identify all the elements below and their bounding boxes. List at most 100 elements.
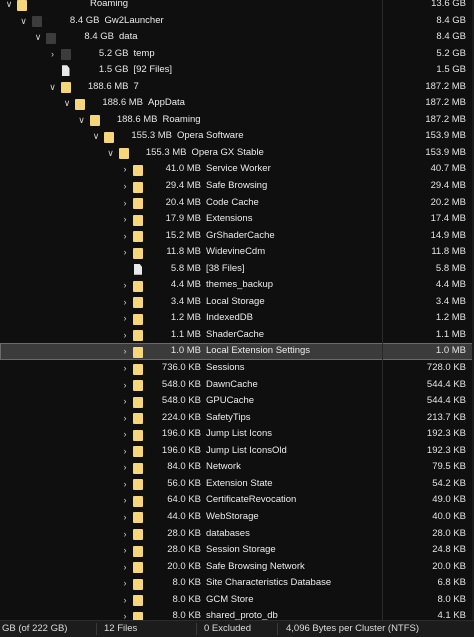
tree-row[interactable]: ∨ 155.3 MB Opera Software 153.9 MB xyxy=(0,128,474,145)
chevron-right-icon[interactable]: › xyxy=(120,393,130,410)
tree-row[interactable]: › 8.0 KB Site Characteristics Database 6.8 … xyxy=(0,575,474,592)
chevron-right-icon[interactable]: › xyxy=(120,310,130,327)
chevron-down-icon[interactable]: ∨ xyxy=(77,112,87,129)
tree-row[interactable]: › 1.2 MB IndexedDB 1.2 MB xyxy=(0,310,474,327)
chevron-right-icon[interactable]: › xyxy=(120,476,130,493)
tree-row[interactable]: › 17.9 MB Extensions 17.4 MB xyxy=(0,211,474,228)
item-size: 188.6 MB xyxy=(87,80,129,92)
tree-row[interactable]: ∨ 188.6 MB 7 187.2 MB xyxy=(0,79,474,96)
chevron-right-icon[interactable]: › xyxy=(48,46,58,63)
tree-row[interactable]: › 56.0 KB Extension State 54.2 KB xyxy=(0,476,474,493)
chevron-right-icon[interactable]: › xyxy=(120,228,130,245)
chevron-right-icon[interactable]: › xyxy=(120,459,130,476)
tree-row[interactable]: › 20.0 KB Safe Browsing Network 20.0 KB xyxy=(0,559,474,576)
item-name: GCM Store xyxy=(206,593,254,605)
tree-row[interactable]: ∨ 8.4 GB Gw2Launcher 8.4 GB xyxy=(0,13,474,30)
tree-row[interactable]: › 28.0 KB Session Storage 24.8 KB xyxy=(0,542,474,559)
tree-row[interactable]: ∨ 8.4 GB data 8.4 GB xyxy=(0,29,474,46)
tree-row[interactable]: › 196.0 KB Jump List IconsOld 192.3 KB xyxy=(0,443,474,460)
chevron-right-icon[interactable]: › xyxy=(120,161,130,178)
tree-row[interactable]: › 4.4 MB themes_backup 4.4 MB xyxy=(0,277,474,294)
chevron-right-icon[interactable]: › xyxy=(120,294,130,311)
tree-row[interactable]: › 1.0 MB Local Extension Settings 1.0 MB xyxy=(0,343,474,361)
item-name: Opera Software xyxy=(177,130,244,142)
item-name: WidevineCdm xyxy=(206,246,266,258)
tree-row[interactable]: › 5.2 GB temp 5.2 GB xyxy=(0,46,474,63)
tree-row[interactable]: › 224.0 KB SafetyTips 213.7 KB xyxy=(0,410,474,427)
chevron-down-icon[interactable]: ∨ xyxy=(91,128,101,145)
tree-row[interactable]: › 11.8 MB WidevineCdm 11.8 MB xyxy=(0,244,474,261)
item-name: SafetyTips xyxy=(206,411,251,423)
chevron-right-icon[interactable]: › xyxy=(120,526,130,543)
item-name: WebStorage xyxy=(206,510,259,522)
chevron-down-icon[interactable]: ∨ xyxy=(48,79,58,96)
item-allocated: 192.3 KB xyxy=(426,444,466,456)
folder-icon xyxy=(17,0,27,11)
tree-row[interactable]: › 15.2 MB GrShaderCache 14.9 MB xyxy=(0,228,474,245)
item-allocated: 213.7 KB xyxy=(426,411,466,423)
tree-row[interactable]: 1.5 GB [92 Files] 1.5 GB xyxy=(0,62,474,79)
item-size: 11.8 MB xyxy=(166,246,201,258)
tree-row[interactable]: › 84.0 KB Network 79.5 KB xyxy=(0,459,474,476)
tree-row[interactable]: › 1.1 MB ShaderCache 1.1 MB xyxy=(0,327,474,344)
tree-row[interactable]: › 41.0 MB Service Worker 40.7 MB xyxy=(0,161,474,178)
chevron-right-icon[interactable]: › xyxy=(120,360,130,377)
chevron-right-icon[interactable]: › xyxy=(120,542,130,559)
item-size: 84.0 KB xyxy=(167,461,201,473)
tree-row[interactable]: › 3.4 MB Local Storage 3.4 MB xyxy=(0,294,474,311)
chevron-right-icon[interactable]: › xyxy=(120,509,130,526)
tree-row[interactable]: › 548.0 KB GPUCache 544.4 KB xyxy=(0,393,474,410)
item-allocated: 153.9 MB xyxy=(425,130,466,142)
tree-row[interactable]: ∨ 188.6 MB Roaming 187.2 MB xyxy=(0,112,474,129)
tree-row[interactable]: ∨13.6 GBRoaming13.6 GB xyxy=(0,0,474,13)
item-allocated: 1.1 MB xyxy=(435,328,466,340)
chevron-right-icon[interactable]: › xyxy=(120,443,130,460)
tree-row[interactable]: › 196.0 KB Jump List Icons 192.3 KB xyxy=(0,426,474,443)
tree-row[interactable]: › 64.0 KB CertificateRevocation 49.0 KB xyxy=(0,492,474,509)
tree-row[interactable]: › 20.4 MB Code Cache 20.2 MB xyxy=(0,195,474,212)
chevron-down-icon[interactable]: ∨ xyxy=(62,95,72,112)
chevron-right-icon[interactable]: › xyxy=(120,343,130,360)
chevron-right-icon[interactable]: › xyxy=(120,277,130,294)
chevron-right-icon[interactable]: › xyxy=(120,327,130,344)
item-name: Jump List Icons xyxy=(206,428,272,440)
chevron-down-icon[interactable]: ∨ xyxy=(19,13,29,30)
chevron-right-icon[interactable]: › xyxy=(120,559,130,576)
tree-row[interactable]: › 548.0 KB DawnCache 544.4 KB xyxy=(0,377,474,394)
tree-row[interactable]: ∨ 155.3 MB Opera GX Stable 153.9 MB xyxy=(0,145,474,162)
tree-row[interactable]: › 44.0 KB WebStorage 40.0 KB xyxy=(0,509,474,526)
chevron-right-icon[interactable]: › xyxy=(120,195,130,212)
item-size: 196.0 KB xyxy=(161,444,201,456)
chevron-right-icon[interactable]: › xyxy=(120,575,130,592)
tree-row[interactable]: › 736.0 KB Sessions 728.0 KB xyxy=(0,360,474,377)
tree-row[interactable]: › 29.4 MB Safe Browsing 29.4 MB xyxy=(0,178,474,195)
item-size: 8.0 KB xyxy=(172,577,201,589)
tree-row[interactable]: › 8.0 KB GCM Store 8.0 KB xyxy=(0,592,474,609)
chevron-right-icon[interactable]: › xyxy=(120,211,130,228)
chevron-right-icon[interactable]: › xyxy=(120,592,130,609)
tree-row[interactable]: 5.8 MB [38 Files] 5.8 MB xyxy=(0,261,474,278)
item-size: 41.0 MB xyxy=(165,163,201,175)
tree-row[interactable]: ∨ 188.6 MB AppData 187.2 MB xyxy=(0,95,474,112)
item-allocated: 8.0 KB xyxy=(437,593,466,605)
item-name: Opera GX Stable xyxy=(191,146,264,158)
chevron-right-icon[interactable]: › xyxy=(120,426,130,443)
chevron-right-icon[interactable]: › xyxy=(120,410,130,427)
chevron-right-icon[interactable]: › xyxy=(120,377,130,394)
item-name: Local Storage xyxy=(206,295,265,307)
chevron-down-icon[interactable]: ∨ xyxy=(33,29,43,46)
chevron-right-icon[interactable]: › xyxy=(120,178,130,195)
item-allocated: 1.5 GB xyxy=(436,64,466,76)
item-size: 17.9 MB xyxy=(165,213,201,225)
status-divider xyxy=(196,623,197,635)
chevron-right-icon[interactable]: › xyxy=(120,492,130,509)
directory-tree[interactable]: ∨13.6 GBRoaming13.6 GB∨8.4 GBGw2Launcher… xyxy=(0,0,474,620)
chevron-right-icon[interactable]: › xyxy=(120,608,130,620)
tree-row[interactable]: › 8.0 KB shared_proto_db 4.1 KB xyxy=(0,608,474,620)
item-allocated: 192.3 KB xyxy=(426,428,466,440)
tree-row[interactable]: › 28.0 KB databases 28.0 KB xyxy=(0,526,474,543)
chevron-right-icon[interactable]: › xyxy=(120,244,130,261)
chevron-down-icon[interactable]: ∨ xyxy=(106,145,116,162)
chevron-down-icon[interactable]: ∨ xyxy=(4,0,14,13)
item-name: Site Characteristics Database xyxy=(206,577,332,589)
